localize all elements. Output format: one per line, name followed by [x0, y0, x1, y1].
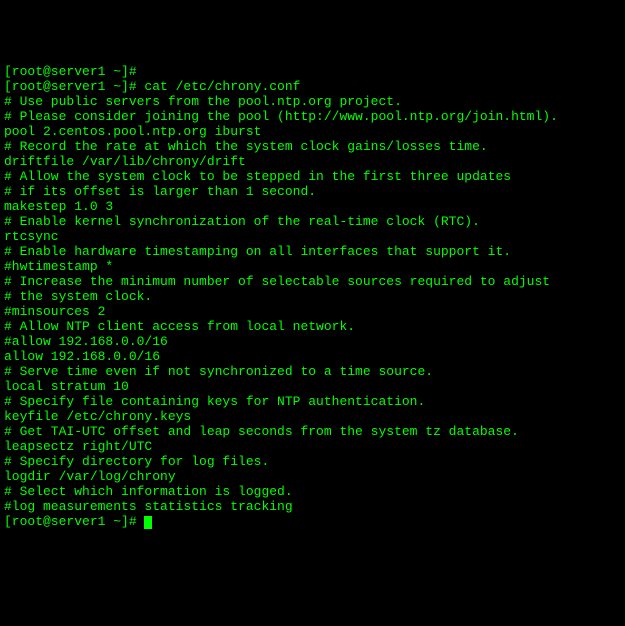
terminal-line: allow 192.168.0.0/16 [4, 349, 621, 364]
terminal-line: # Use public servers from the pool.ntp.o… [4, 94, 621, 109]
terminal-line: #minsources 2 [4, 304, 621, 319]
terminal-line: # Get TAI-UTC offset and leap seconds fr… [4, 424, 621, 439]
terminal-line: # Specify file containing keys for NTP a… [4, 394, 621, 409]
terminal-line: # Please consider joining the pool (http… [4, 109, 621, 124]
terminal-line: # Allow NTP client access from local net… [4, 319, 621, 334]
terminal-line: # Allow the system clock to be stepped i… [4, 169, 621, 184]
terminal-line: # Select which information is logged. [4, 484, 621, 499]
terminal-line: #hwtimestamp * [4, 259, 621, 274]
terminal-line: # if its offset is larger than 1 second. [4, 184, 621, 199]
terminal-line: # Increase the minimum number of selecta… [4, 274, 621, 289]
terminal-line: # Enable kernel synchronization of the r… [4, 214, 621, 229]
terminal-prompt[interactable]: [root@server1 ~]# [4, 514, 144, 529]
terminal-output[interactable]: [root@server1 ~]#[root@server1 ~]# cat /… [4, 64, 621, 529]
terminal-line: # Serve time even if not synchronized to… [4, 364, 621, 379]
terminal-line: leapsectz right/UTC [4, 439, 621, 454]
terminal-line: keyfile /etc/chrony.keys [4, 409, 621, 424]
cursor-icon [144, 516, 152, 529]
terminal-line: # Specify directory for log files. [4, 454, 621, 469]
terminal-line: # the system clock. [4, 289, 621, 304]
terminal-line: #allow 192.168.0.0/16 [4, 334, 621, 349]
terminal-line: local stratum 10 [4, 379, 621, 394]
terminal-line: logdir /var/log/chrony [4, 469, 621, 484]
terminal-line: # Enable hardware timestamping on all in… [4, 244, 621, 259]
terminal-line: pool 2.centos.pool.ntp.org iburst [4, 124, 621, 139]
terminal-line: #log measurements statistics tracking [4, 499, 621, 514]
terminal-line: [root@server1 ~]# cat /etc/chrony.conf [4, 79, 621, 94]
terminal-line: rtcsync [4, 229, 621, 244]
terminal-line: # Record the rate at which the system cl… [4, 139, 621, 154]
terminal-line: makestep 1.0 3 [4, 199, 621, 214]
terminal-line: driftfile /var/lib/chrony/drift [4, 154, 621, 169]
terminal-line: [root@server1 ~]# [4, 64, 621, 79]
